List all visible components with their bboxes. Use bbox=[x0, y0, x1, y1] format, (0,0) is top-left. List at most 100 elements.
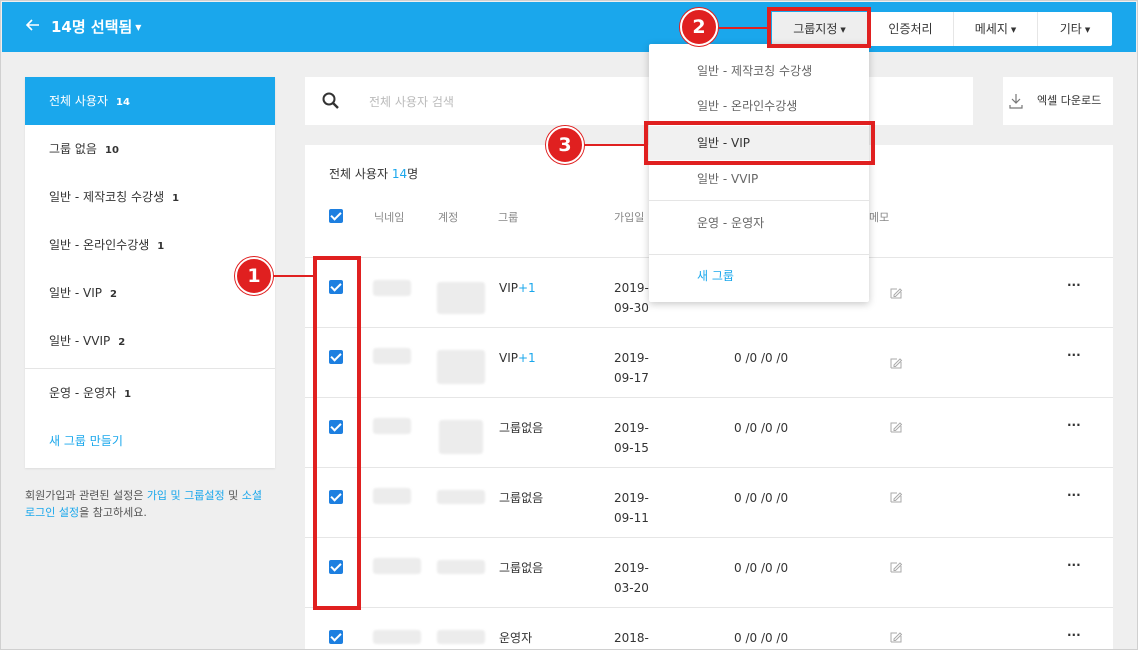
more-options-icon[interactable]: ··· bbox=[1067, 278, 1081, 292]
nickname-blurred bbox=[373, 558, 421, 574]
arrow-left-icon[interactable] bbox=[25, 18, 40, 36]
excel-download-button[interactable]: 엑셀 다운로드 bbox=[1003, 77, 1113, 125]
sidebar-item-count: 2 bbox=[118, 337, 126, 348]
dropdown-item-vvip[interactable]: 일반 - VVIP bbox=[649, 162, 869, 196]
edit-memo-icon[interactable] bbox=[889, 490, 903, 504]
edit-memo-icon[interactable] bbox=[889, 560, 903, 574]
edit-memo-icon[interactable] bbox=[889, 630, 903, 644]
joined-date-cell: 2019- 09-11 bbox=[614, 488, 649, 528]
sidebar-item-label: 전체 사용자 bbox=[49, 94, 109, 108]
caret-down-icon: ▼ bbox=[1010, 25, 1017, 34]
group-cell: 그룹없음 bbox=[499, 418, 543, 438]
table-row[interactable]: VIP+1 2019- 09-17 0 /0 /0 /0 ··· bbox=[305, 327, 1113, 397]
dropdown-item-coaching[interactable]: 일반 - 제작코칭 수강생 bbox=[649, 54, 869, 88]
column-header-joined[interactable]: 가입일 bbox=[614, 209, 644, 225]
more-options-icon[interactable]: ··· bbox=[1067, 628, 1081, 642]
joined-date-day: 03-20 bbox=[614, 581, 649, 595]
sidebar-item-operator[interactable]: 운영 - 운영자 1 bbox=[25, 369, 275, 417]
joined-date-day: 09-17 bbox=[614, 371, 649, 385]
stats-cell: 0 /0 /0 /0 bbox=[734, 561, 789, 575]
dropdown-divider bbox=[649, 200, 869, 201]
more-options-icon[interactable]: ··· bbox=[1067, 488, 1081, 502]
edit-memo-icon[interactable] bbox=[889, 286, 903, 300]
edit-memo-icon[interactable] bbox=[889, 356, 903, 370]
dropdown-item-operator[interactable]: 운영 - 운영자 bbox=[649, 206, 869, 240]
auth-button[interactable]: 인증처리 bbox=[868, 12, 954, 46]
joined-date-cell: 2019- 09-15 bbox=[614, 418, 649, 458]
joined-date-day: 09-15 bbox=[614, 441, 649, 455]
row-checkbox[interactable] bbox=[329, 630, 343, 644]
user-search-bar[interactable]: 전체 사용자 검색 bbox=[305, 77, 973, 125]
selection-count-label: 14명 선택됨 bbox=[51, 18, 133, 36]
table-row[interactable]: 그룹없음 2019- 09-15 0 /0 /0 /0 ··· bbox=[305, 397, 1113, 467]
sidebar-item-label: 일반 - 제작코칭 수강생 bbox=[49, 190, 165, 204]
joined-date-year: 2019- bbox=[614, 491, 649, 505]
sidebar-item-count: 1 bbox=[172, 193, 180, 204]
stats-cell: 0 /0 /0 /0 bbox=[734, 351, 789, 365]
table-row[interactable]: 그룹없음 2019- 03-20 0 /0 /0 /0 ··· bbox=[305, 537, 1113, 607]
sidebar-item-no-group[interactable]: 그룹 없음 10 bbox=[25, 125, 275, 173]
group-name: VIP bbox=[499, 351, 518, 365]
nickname-blurred bbox=[373, 280, 411, 296]
join-group-settings-link[interactable]: 가입 및 그룹설정 bbox=[147, 489, 225, 502]
group-name: 그룹없음 bbox=[499, 561, 544, 575]
group-cell: VIP+1 bbox=[499, 278, 536, 298]
dropdown-divider bbox=[649, 254, 869, 255]
joined-date-day: 09-30 bbox=[614, 301, 649, 315]
column-header-group[interactable]: 그룹 bbox=[498, 209, 518, 225]
more-options-icon[interactable]: ··· bbox=[1067, 348, 1081, 362]
etc-label: 기타 bbox=[1059, 22, 1082, 36]
column-header-nickname[interactable]: 닉네임 bbox=[374, 209, 404, 225]
user-count: 14 bbox=[391, 167, 408, 181]
sidebar-item-label: 일반 - 온라인수강생 bbox=[49, 238, 150, 252]
social-login-link[interactable]: 소셜 bbox=[242, 489, 262, 502]
search-input[interactable]: 전체 사용자 검색 bbox=[369, 93, 454, 110]
nickname-blurred bbox=[373, 630, 421, 644]
sidebar-item-vvip[interactable]: 일반 - VVIP 2 bbox=[25, 317, 275, 365]
nickname-blurred bbox=[373, 348, 411, 364]
group-name: VIP bbox=[499, 281, 518, 295]
annotation-line bbox=[581, 144, 646, 146]
joined-date-year: 2019- bbox=[614, 351, 649, 365]
edit-memo-icon[interactable] bbox=[889, 420, 903, 434]
stats-cell: 0 /0 /0 /0 bbox=[734, 491, 789, 505]
dropdown-new-group[interactable]: 새 그룹 bbox=[649, 259, 869, 293]
group-extra-count: +1 bbox=[517, 351, 536, 365]
stats-cell: 0 /0 /0 /0 bbox=[734, 631, 789, 645]
nickname-blurred bbox=[373, 488, 411, 504]
annotation-box-vip-option bbox=[644, 121, 875, 165]
new-group-link[interactable]: 새 그룹 만들기 bbox=[25, 417, 275, 465]
table-title-text: 전체 사용자 bbox=[329, 167, 392, 181]
dropdown-item-online[interactable]: 일반 - 온라인수강생 bbox=[649, 89, 869, 123]
group-name: 그룹없음 bbox=[499, 421, 544, 435]
selection-header: 14명 선택됨 ▼ 그룹지정 ▼ 인증처리 메세지 ▼ 기타 ▼ bbox=[2, 2, 1136, 52]
etc-button[interactable]: 기타 ▼ bbox=[1038, 12, 1112, 46]
note-text: 및 bbox=[224, 489, 242, 502]
sidebar-item-label: 운영 - 운영자 bbox=[49, 386, 117, 400]
selection-count-title[interactable]: 14명 선택됨 ▼ bbox=[51, 17, 141, 38]
column-header-memo[interactable]: 메모 bbox=[869, 209, 889, 225]
account-blurred bbox=[437, 282, 485, 314]
account-blurred bbox=[439, 420, 483, 454]
sidebar-item-all-users[interactable]: 전체 사용자 14 bbox=[25, 77, 275, 125]
select-all-checkbox[interactable] bbox=[329, 209, 343, 223]
joined-date-year: 2019- bbox=[614, 281, 649, 295]
sidebar-item-online[interactable]: 일반 - 온라인수강생 1 bbox=[25, 221, 275, 269]
more-options-icon[interactable]: ··· bbox=[1067, 418, 1081, 432]
group-name: 운영자 bbox=[499, 631, 533, 645]
group-cell: 그룹없음 bbox=[499, 558, 543, 578]
group-assign-dropdown: 일반 - 제작코칭 수강생 일반 - 온라인수강생 일반 - VIP 일반 - … bbox=[649, 44, 869, 302]
social-login-link[interactable]: 로그인 설정 bbox=[25, 506, 79, 519]
excel-download-label: 엑셀 다운로드 bbox=[1037, 94, 1102, 107]
message-button[interactable]: 메세지 ▼ bbox=[954, 12, 1038, 46]
table-row[interactable]: 그룹없음 2019- 09-11 0 /0 /0 /0 ··· bbox=[305, 467, 1113, 537]
note-text: 을 참고하세요. bbox=[79, 506, 147, 519]
caret-down-icon: ▼ bbox=[1084, 25, 1091, 34]
settings-help-note: 회원가입과 관련된 설정은 가입 및 그룹설정 및 소셜 로그인 설정을 참고하세… bbox=[25, 487, 275, 521]
column-header-account[interactable]: 계정 bbox=[438, 209, 458, 225]
sidebar-item-coaching[interactable]: 일반 - 제작코칭 수강생 1 bbox=[25, 173, 275, 221]
account-blurred bbox=[437, 350, 485, 384]
stats-cell: 0 /0 /0 /0 bbox=[734, 421, 789, 435]
table-row[interactable]: 운영자 2018- 0 /0 /0 /0 ··· bbox=[305, 607, 1113, 649]
more-options-icon[interactable]: ··· bbox=[1067, 558, 1081, 572]
